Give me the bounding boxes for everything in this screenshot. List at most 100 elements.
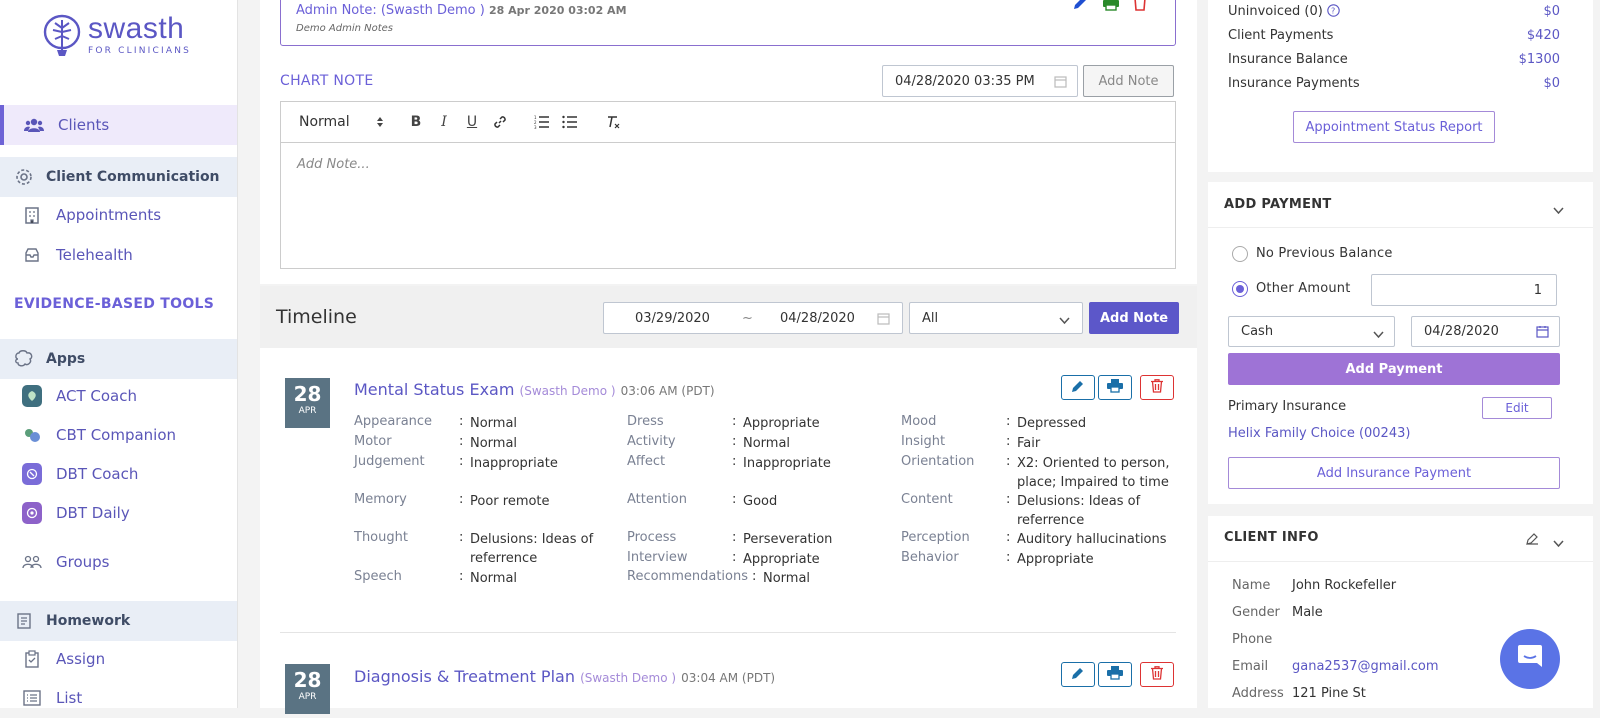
billing-row-label: Uninvoiced (0) ? xyxy=(1228,4,1340,21)
group-icon xyxy=(22,552,42,572)
add-payment-button[interactable]: Add Payment xyxy=(1228,353,1560,385)
field-label: Mood xyxy=(901,414,937,429)
sidebar-item-label: CBT Companion xyxy=(56,426,177,444)
sidebar-item-dbt-daily[interactable]: DBT Daily xyxy=(0,493,237,533)
delete-entry-button[interactable] xyxy=(1140,375,1174,400)
edit-entry-button[interactable] xyxy=(1061,662,1095,687)
print-entry-button[interactable] xyxy=(1098,375,1132,400)
bullet-list-icon[interactable] xyxy=(560,112,580,132)
chevron-down-icon[interactable] xyxy=(1553,533,1564,552)
field-value: Good xyxy=(743,494,778,509)
add-insurance-payment-button[interactable]: Add Insurance Payment xyxy=(1228,457,1560,489)
pencil-icon xyxy=(1071,378,1085,397)
edit-entry-button[interactable] xyxy=(1061,375,1095,400)
payment-date-input[interactable]: 04/28/2020 xyxy=(1411,316,1560,347)
sidebar-item-dbt-coach[interactable]: DBT Coach xyxy=(0,454,237,494)
card-divider xyxy=(1208,227,1593,228)
entry-title[interactable]: Mental Status Exam xyxy=(354,380,514,399)
print-icon[interactable] xyxy=(1102,0,1120,15)
brand-tagline: FOR CLINICIANS xyxy=(88,46,192,56)
timeline-filter-select[interactable]: All xyxy=(909,302,1083,334)
edit-insurance-button[interactable]: Edit xyxy=(1482,397,1552,419)
section-title-evidence-based-tools: EVIDENCE-BASED TOOLS xyxy=(14,296,215,312)
amount-value: 1 xyxy=(1533,282,1542,298)
edit-pencil-icon[interactable] xyxy=(1526,530,1539,549)
appointment-status-report-button[interactable]: Appointment Status Report xyxy=(1293,111,1495,143)
client-info-title[interactable]: CLIENT INFO xyxy=(1224,530,1319,545)
timeline-add-note-button[interactable]: Add Note xyxy=(1089,302,1179,334)
pencil-icon xyxy=(1071,665,1085,684)
payment-method-select[interactable]: Cash xyxy=(1228,316,1395,347)
sidebar-group-homework[interactable]: Homework xyxy=(0,601,237,641)
delete-entry-button[interactable] xyxy=(1140,662,1174,687)
sidebar-item-assign[interactable]: Assign xyxy=(0,639,237,679)
insurance-name-link[interactable]: Helix Family Choice (00243) xyxy=(1228,426,1410,441)
field-value: Depressed xyxy=(1017,416,1087,431)
no-previous-balance-radio[interactable] xyxy=(1232,246,1248,262)
admin-note-title: Admin Note: (Swasth Demo ) xyxy=(296,3,485,18)
mse-field: Attention: Good xyxy=(627,492,778,509)
admin-note-card: Admin Note: (Swasth Demo ) 28 Apr 2020 0… xyxy=(280,0,1176,46)
sidebar-item-groups[interactable]: Groups xyxy=(0,542,237,582)
sidebar-item-clients[interactable]: Clients xyxy=(0,105,237,145)
field-label: Dress xyxy=(627,414,664,429)
chevron-down-icon xyxy=(1059,314,1070,329)
client-email-link[interactable]: gana2537@gmail.com xyxy=(1292,659,1439,674)
brain-icon xyxy=(14,349,34,369)
sidebar-item-telehealth[interactable]: Telehealth xyxy=(0,235,237,275)
field-label: Content xyxy=(901,492,953,507)
sidebar-item-label: Appointments xyxy=(56,206,162,224)
chart-note-datetime-input[interactable]: 04/28/2020 03:35 PM xyxy=(882,65,1078,97)
entry-header: Mental Status Exam (Swasth Demo ) 03:06 … xyxy=(354,380,715,399)
italic-icon[interactable]: I xyxy=(434,112,454,132)
brand-logo[interactable]: swasth FOR CLINICIANS xyxy=(42,14,191,58)
mse-field: Thought: Delusions: Ideas of referrence xyxy=(354,530,605,568)
mse-field: Affect: Inappropriate xyxy=(627,454,831,471)
sidebar-item-list[interactable]: List xyxy=(0,678,237,718)
timeline-title: Timeline xyxy=(276,306,357,328)
date-range-input[interactable]: 03/29/2020 ~ 04/28/2020 xyxy=(603,302,903,334)
field-label: Interview xyxy=(627,550,688,565)
bold-icon[interactable]: B xyxy=(406,112,426,132)
entry-time: 03:04 AM (PDT) xyxy=(681,671,776,685)
chart-add-note-button[interactable]: Add Note xyxy=(1083,65,1174,97)
billing-row-label: Insurance Payments xyxy=(1228,76,1360,91)
amount-input[interactable]: 1 xyxy=(1371,274,1557,306)
chart-note-label: CHART NOTE xyxy=(280,73,374,89)
add-payment-title[interactable]: ADD PAYMENT xyxy=(1224,197,1332,212)
sidebar-item-label: DBT Daily xyxy=(56,504,130,522)
field-label: Speech xyxy=(354,569,402,584)
link-icon[interactable] xyxy=(490,112,510,132)
chat-bubble-icon xyxy=(1516,644,1544,674)
sidebar-item-cbt-companion[interactable]: CBT Companion xyxy=(0,415,237,455)
chat-launcher-button[interactable] xyxy=(1500,629,1560,689)
field-label: Recommendations xyxy=(627,569,749,584)
chevron-down-icon[interactable] xyxy=(1553,200,1564,219)
clear-format-icon[interactable] xyxy=(603,112,623,132)
primary-insurance-label: Primary Insurance xyxy=(1228,399,1347,414)
dbt-coach-app-icon xyxy=(22,463,42,485)
sidebar-group-client-communication[interactable]: Client Communication xyxy=(0,157,237,197)
ordered-list-icon[interactable]: 123 xyxy=(532,112,552,132)
edit-pencil-icon[interactable] xyxy=(1072,0,1088,15)
field-label: Thought xyxy=(354,530,408,545)
print-entry-button[interactable] xyxy=(1098,662,1132,687)
updown-arrows-icon xyxy=(376,116,384,132)
format-select[interactable]: Normal xyxy=(299,114,383,130)
other-amount-radio[interactable] xyxy=(1232,281,1248,297)
field-value: Delusions: Ideas of referrence xyxy=(1017,494,1141,528)
delete-trash-icon[interactable] xyxy=(1133,0,1147,15)
entry-title[interactable]: Diagnosis & Treatment Plan xyxy=(354,667,575,686)
field-value: Delusions: Ideas of referrence xyxy=(470,532,594,566)
sidebar-item-appointments[interactable]: Appointments xyxy=(0,195,237,235)
field-label: Insight xyxy=(901,434,946,449)
client-address-value: 121 Pine St xyxy=(1292,686,1366,701)
entry-author: (Swasth Demo ) xyxy=(580,671,677,685)
chart-note-editor[interactable]: Normal B I U 123 Add Note... xyxy=(280,101,1176,269)
sidebar-group-apps[interactable]: Apps xyxy=(0,339,237,379)
help-circle-icon[interactable]: ? xyxy=(1327,4,1340,21)
underline-icon[interactable]: U xyxy=(462,112,482,132)
field-value: Appropriate xyxy=(743,416,820,431)
field-value: Appropriate xyxy=(1017,552,1094,567)
sidebar-item-act-coach[interactable]: ACT Coach xyxy=(0,376,237,416)
